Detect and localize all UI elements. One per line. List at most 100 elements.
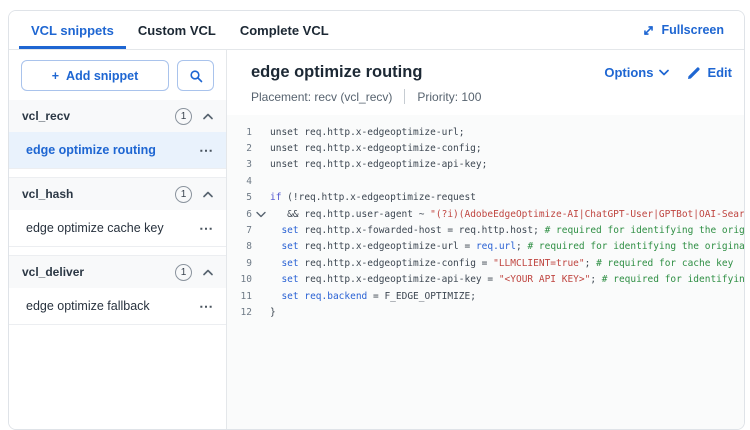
edit-button[interactable]: Edit [687, 65, 732, 80]
section-name: vcl_recv [22, 109, 175, 123]
code-text: && req.http.user-agent ~ "(?i)(AdobeEdge… [270, 209, 744, 220]
code-token: "LLMCLIENT=true" [493, 258, 585, 269]
tab-vcl-snippets[interactable]: VCL snippets [19, 11, 126, 49]
code-token: ; [516, 241, 527, 252]
code-token: # required for identifying the origin [545, 225, 744, 236]
tab-custom-vcl[interactable]: Custom VCL [126, 11, 228, 49]
snippet-actions: Options Edit [604, 65, 732, 80]
snippet-detail-header: edge optimize routing Options [227, 50, 744, 115]
code-line: 8 set req.http.x-edgeoptimize-url = req.… [227, 239, 744, 255]
code-token: # required for identifying the original [527, 241, 744, 252]
line-number: 3 [227, 159, 252, 170]
snippet-title: edge optimize routing [251, 63, 604, 82]
code-line: 1 unset req.http.x-edgeoptimize-url; [227, 124, 744, 140]
code-token: # required for cache key [596, 258, 733, 269]
code-token: unset req.http.x-edgeoptimize-url; [270, 127, 464, 138]
line-number: 12 [227, 307, 252, 318]
code-token: "<YOUR API KEY>" [499, 274, 591, 285]
code-token: req.http.x-edgeoptimize-config = [299, 258, 493, 269]
code-text: if (!req.http.x-edgeoptimize-request [270, 192, 476, 203]
snippet-section-vcl-hash: vcl_hash1edge optimize cache key⋯ [9, 177, 226, 247]
search-snippets-button[interactable] [177, 60, 214, 91]
code-line: 10 set req.http.x-edgeoptimize-api-key =… [227, 272, 744, 288]
code-token: unset req.http.x-edgeoptimize-config; [270, 143, 482, 154]
snippet-item-label: edge optimize cache key [26, 221, 199, 235]
line-number: 11 [227, 291, 252, 302]
snippet-section-vcl-recv: vcl_recv1edge optimize routing⋯ [9, 100, 226, 169]
code-text: set req.http.x-edgeoptimize-config = "LL… [270, 258, 733, 269]
snippet-item-edge-optimize-cache-key[interactable]: edge optimize cache key⋯ [9, 210, 226, 246]
code-token: set [281, 258, 298, 269]
snippet-section-vcl-deliver: vcl_deliver1edge optimize fallback⋯ [9, 255, 226, 325]
code-line: 9 set req.http.x-edgeoptimize-config = "… [227, 255, 744, 271]
snippet-count-badge: 1 [175, 186, 192, 203]
ellipsis-menu-icon[interactable]: ⋯ [199, 299, 213, 313]
add-snippet-button[interactable]: + Add snippet [21, 60, 169, 91]
code-token: req.backend [304, 291, 367, 302]
code-token: req.url [476, 241, 516, 252]
line-number: 4 [227, 176, 252, 187]
code-line: 4 [227, 173, 744, 189]
code-token: = F_EDGE_OPTIMIZE; [367, 291, 476, 302]
fold-chevron-down-icon[interactable] [252, 211, 270, 218]
add-snippet-label: Add snippet [66, 69, 138, 83]
snippet-count-badge: 1 [175, 108, 192, 125]
snippet-count-badge: 1 [175, 264, 192, 281]
section-header-vcl-recv[interactable]: vcl_recv1 [9, 100, 226, 132]
code-text: set req.http.x-edgeoptimize-url = req.ur… [270, 241, 744, 252]
section-header-vcl-deliver[interactable]: vcl_deliver1 [9, 256, 226, 288]
code-token: set [281, 241, 298, 252]
meta-divider [404, 89, 405, 104]
code-text: unset req.http.x-edgeoptimize-url; [270, 127, 464, 138]
code-text: set req.http.x-fowarded-host = req.http.… [270, 225, 744, 236]
code-token: } [270, 307, 276, 318]
snippet-section-list: vcl_recv1edge optimize routing⋯vcl_hash1… [9, 100, 226, 325]
code-text: unset req.http.x-edgeoptimize-config; [270, 143, 482, 154]
chevron-up-icon [203, 191, 213, 198]
snippet-item-edge-optimize-routing[interactable]: edge optimize routing⋯ [9, 132, 226, 168]
code-token: "(?i)(AdobeEdgeOptimize-AI|ChatGPT-User|… [430, 209, 744, 220]
line-number: 1 [227, 127, 252, 138]
code-token [270, 225, 281, 236]
ellipsis-menu-icon[interactable]: ⋯ [199, 221, 213, 235]
vcl-editor-panel: VCL snippetsCustom VCLComplete VCL Fulls… [8, 10, 745, 430]
code-token: req.http.x-fowarded-host = req.http.host… [299, 225, 545, 236]
code-token [270, 241, 281, 252]
code-line: 6 && req.http.user-agent ~ "(?i)(AdobeEd… [227, 206, 744, 222]
vcl-code-viewer[interactable]: 1 unset req.http.x-edgeoptimize-url; 2unse… [227, 115, 744, 429]
chevron-down-icon [659, 69, 669, 76]
code-line: 2unset req.http.x-edgeoptimize-config; [227, 140, 744, 156]
code-token: ; [585, 258, 596, 269]
code-token: && req.http.user-agent ~ [270, 209, 430, 220]
line-number: 9 [227, 258, 252, 269]
code-text: set req.backend = F_EDGE_OPTIMIZE; [270, 291, 476, 302]
chevron-up-icon [203, 113, 213, 120]
snippet-detail: edge optimize routing Options [227, 50, 744, 429]
section-name: vcl_deliver [22, 265, 175, 279]
tab-bar-tabs: VCL snippetsCustom VCLComplete VCL [19, 11, 341, 49]
section-name: vcl_hash [22, 187, 175, 201]
code-line: 3unset req.http.x-edgeoptimize-api-key; [227, 157, 744, 173]
snippet-sidebar: + Add snippet vcl_recv1edge optimize rou… [9, 50, 227, 429]
options-dropdown[interactable]: Options [604, 65, 669, 80]
line-number: 5 [227, 192, 252, 203]
snippet-meta: Placement: recv (vcl_recv) Priority: 100 [251, 89, 732, 104]
line-number: 10 [227, 274, 252, 285]
code-token: req.http.x-edgeoptimize-url = [299, 241, 476, 252]
chevron-up-icon [203, 269, 213, 276]
edit-label: Edit [707, 65, 732, 80]
code-token [270, 274, 281, 285]
snippet-item-label: edge optimize fallback [26, 299, 199, 313]
line-number: 8 [227, 241, 252, 252]
ellipsis-menu-icon[interactable]: ⋯ [199, 143, 213, 157]
tab-complete-vcl[interactable]: Complete VCL [228, 11, 341, 49]
options-label: Options [604, 65, 653, 80]
code-token: (!req.http.x-edgeoptimize-request [281, 192, 475, 203]
snippet-item-edge-optimize-fallback[interactable]: edge optimize fallback⋯ [9, 288, 226, 324]
fullscreen-button[interactable]: Fullscreen [642, 11, 734, 49]
line-number: 7 [227, 225, 252, 236]
plus-icon: + [52, 69, 59, 83]
section-header-vcl-hash[interactable]: vcl_hash1 [9, 178, 226, 210]
placement-text: Placement: recv (vcl_recv) [251, 90, 392, 104]
code-token: set [281, 274, 298, 285]
